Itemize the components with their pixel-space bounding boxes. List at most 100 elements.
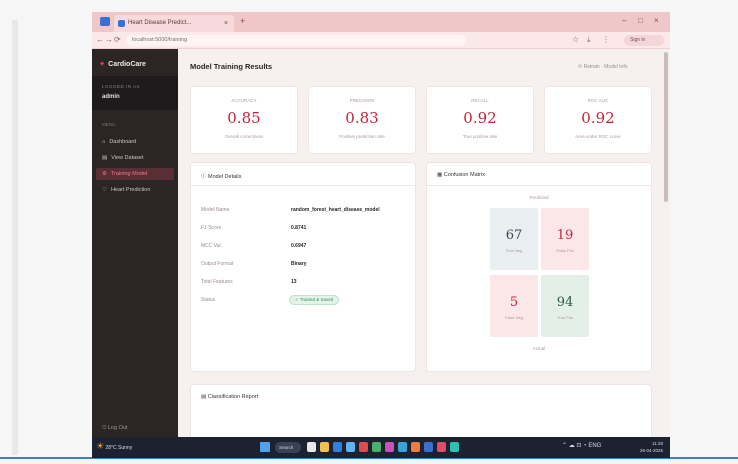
- brand-logo[interactable]: ♥ CardioCare: [100, 61, 146, 68]
- metric-value: 0.92: [581, 109, 615, 127]
- star-icon[interactable]: ☆: [572, 35, 579, 44]
- divider: [427, 185, 651, 186]
- metric-subtitle: True positive rate: [462, 134, 498, 139]
- taskbar-search[interactable]: Search: [275, 442, 301, 453]
- back-icon[interactable]: ←: [96, 35, 104, 44]
- store-icon[interactable]: [346, 442, 355, 452]
- file-explorer-icon[interactable]: [320, 442, 329, 452]
- new-tab-button[interactable]: +: [240, 16, 245, 26]
- download-icon[interactable]: ⤓: [587, 35, 591, 45]
- metric-subtitle: Overall correctness: [224, 134, 264, 139]
- url-input[interactable]: localhost:5000/training: [126, 35, 466, 46]
- detail-value: 0.8741: [291, 225, 307, 231]
- cm-value: 67: [505, 228, 523, 243]
- confusion-matrix-panel: ▦ Confusion Matrix Predicted 67 True Neg…: [426, 162, 652, 372]
- sidebar-item-view-dataset[interactable]: ▤ View Dataset: [96, 152, 174, 164]
- metric-card-accuracy: ACCURACY 0.85 Overall correctness: [190, 86, 298, 154]
- browser-tab-bar: Heart Disease Predict... × + – □ ×: [92, 12, 670, 32]
- heart-outline-icon: ♡: [102, 187, 107, 193]
- cm-cell-false-neg: 5 False Neg: [490, 275, 538, 337]
- brand-name: CardioCare: [108, 61, 146, 68]
- cm-value: 94: [556, 295, 574, 310]
- detail-key: Status: [201, 297, 216, 303]
- reload-icon[interactable]: ⟳: [114, 35, 121, 44]
- sidebar: ♥ CardioCare LOGGED IN AS admin MENU ⌂ Das…: [92, 49, 178, 437]
- metric-label: RECALL: [471, 98, 489, 103]
- sidebar-item-heart-prediction[interactable]: ♡ Heart Prediction: [96, 184, 174, 196]
- clock-date: 26-04-2025: [640, 448, 664, 453]
- weather-widget[interactable]: ☀ 28°C Sunny: [96, 441, 132, 452]
- metric-value: 0.83: [345, 109, 379, 127]
- sidebar-item-training-model[interactable]: ⚙ Training Model: [96, 168, 174, 180]
- cm-label: True Neg: [505, 248, 523, 253]
- taskbar: ☀ 28°C Sunny Search ⌃ ☁ ⊡ ◔ ENG 11:28 26…: [92, 437, 670, 458]
- close-window-button[interactable]: ×: [654, 16, 659, 25]
- photo-frame-top: [0, 0, 738, 12]
- divider: [191, 185, 415, 186]
- cm-value: 5: [509, 295, 519, 310]
- app-icon[interactable]: [424, 442, 433, 452]
- metric-label: PRECISION: [349, 98, 375, 103]
- detail-row: Output Format Binary: [201, 261, 411, 273]
- detail-key: Total Features: [201, 279, 233, 285]
- tab-favicon-icon: [118, 20, 125, 27]
- sidebar-item-label: Training Model: [110, 171, 148, 177]
- detail-row: Status ✓ Trained & Saved: [201, 295, 411, 309]
- page-scrollbar[interactable]: [664, 52, 668, 202]
- detail-value: 13: [291, 279, 297, 285]
- photo-frame-right: [670, 0, 738, 464]
- weather-desc: Sunny: [118, 445, 133, 451]
- user-name: admin: [102, 94, 120, 100]
- vscode-icon[interactable]: [398, 442, 407, 452]
- logout-link[interactable]: ⎋ Log Out: [102, 425, 127, 432]
- metric-value: 0.85: [227, 109, 261, 127]
- app-icon[interactable]: [359, 442, 368, 452]
- metric-label: ACCURACY: [231, 98, 257, 103]
- browser-tab[interactable]: Heart Disease Predict... ×: [114, 15, 234, 32]
- taskview-icon[interactable]: [307, 442, 316, 452]
- browser-menu-icon[interactable]: [100, 17, 110, 26]
- photo-frame-bottom: [0, 457, 738, 464]
- app-icon[interactable]: [450, 442, 459, 452]
- actual-axis-label: Actual: [532, 346, 546, 351]
- tab-close-icon[interactable]: ×: [224, 15, 228, 32]
- detail-row: Model Name random_forest_heart_disease_m…: [201, 207, 411, 219]
- weather-temp: 28°C: [105, 445, 117, 451]
- sidebar-item-label: Dashboard: [109, 139, 137, 145]
- metric-label: ROC AUC: [587, 98, 609, 103]
- cm-cell-true-neg: 67 True Neg: [490, 208, 538, 270]
- cm-cell-false-pos: 19 False Pos: [541, 208, 589, 270]
- chrome-icon[interactable]: [372, 442, 381, 452]
- monitor-screen: Heart Disease Predict... × + – □ × ← → ⟳…: [92, 12, 670, 458]
- app-icon[interactable]: [437, 442, 446, 452]
- windows-start-icon[interactable]: [260, 442, 270, 452]
- classification-report-panel: ▤ Classification Report: [190, 384, 652, 444]
- panel-title: ▦ Confusion Matrix: [437, 172, 485, 178]
- main-content: Model Training Results ⟳ Retrain · Model…: [178, 49, 670, 444]
- system-tray[interactable]: ⌃ ☁ ⊡ ◔ ENG: [562, 442, 601, 449]
- metric-card-roc-auc: ROC AUC 0.92 Area under ROC curve: [544, 86, 652, 154]
- app-icon[interactable]: [411, 442, 420, 452]
- metric-card-precision: PRECISION 0.83 Positive prediction rate: [308, 86, 416, 154]
- cm-value: 19: [556, 228, 574, 243]
- page-title: Model Training Results: [190, 62, 273, 71]
- minimize-button[interactable]: –: [622, 16, 626, 25]
- detail-key: MCC Val: [201, 243, 221, 249]
- header-actions[interactable]: ⟳ Retrain · Model Info: [578, 64, 628, 70]
- profile-button[interactable]: Sign in: [624, 35, 664, 46]
- sidebar-item-label: View Dataset: [111, 155, 144, 161]
- sidebar-item-dashboard[interactable]: ⌂ Dashboard: [96, 136, 174, 148]
- maximize-button[interactable]: □: [638, 16, 643, 25]
- detail-value: Binary: [291, 261, 307, 267]
- app-icon[interactable]: [385, 442, 394, 452]
- heart-icon: ♥: [100, 61, 105, 68]
- more-menu-icon[interactable]: ⋮: [602, 35, 610, 44]
- edge-icon[interactable]: [333, 442, 342, 452]
- detail-value: random_forest_heart_disease_model: [291, 207, 380, 213]
- detail-key: Output Format: [201, 261, 234, 267]
- detail-key: Model Name: [201, 207, 230, 213]
- forward-icon[interactable]: →: [105, 35, 113, 44]
- detail-value: 0.6947: [291, 243, 307, 249]
- taskbar-clock[interactable]: 11:28 26-04-2025: [640, 440, 663, 454]
- tab-title: Heart Disease Predict...: [128, 20, 192, 26]
